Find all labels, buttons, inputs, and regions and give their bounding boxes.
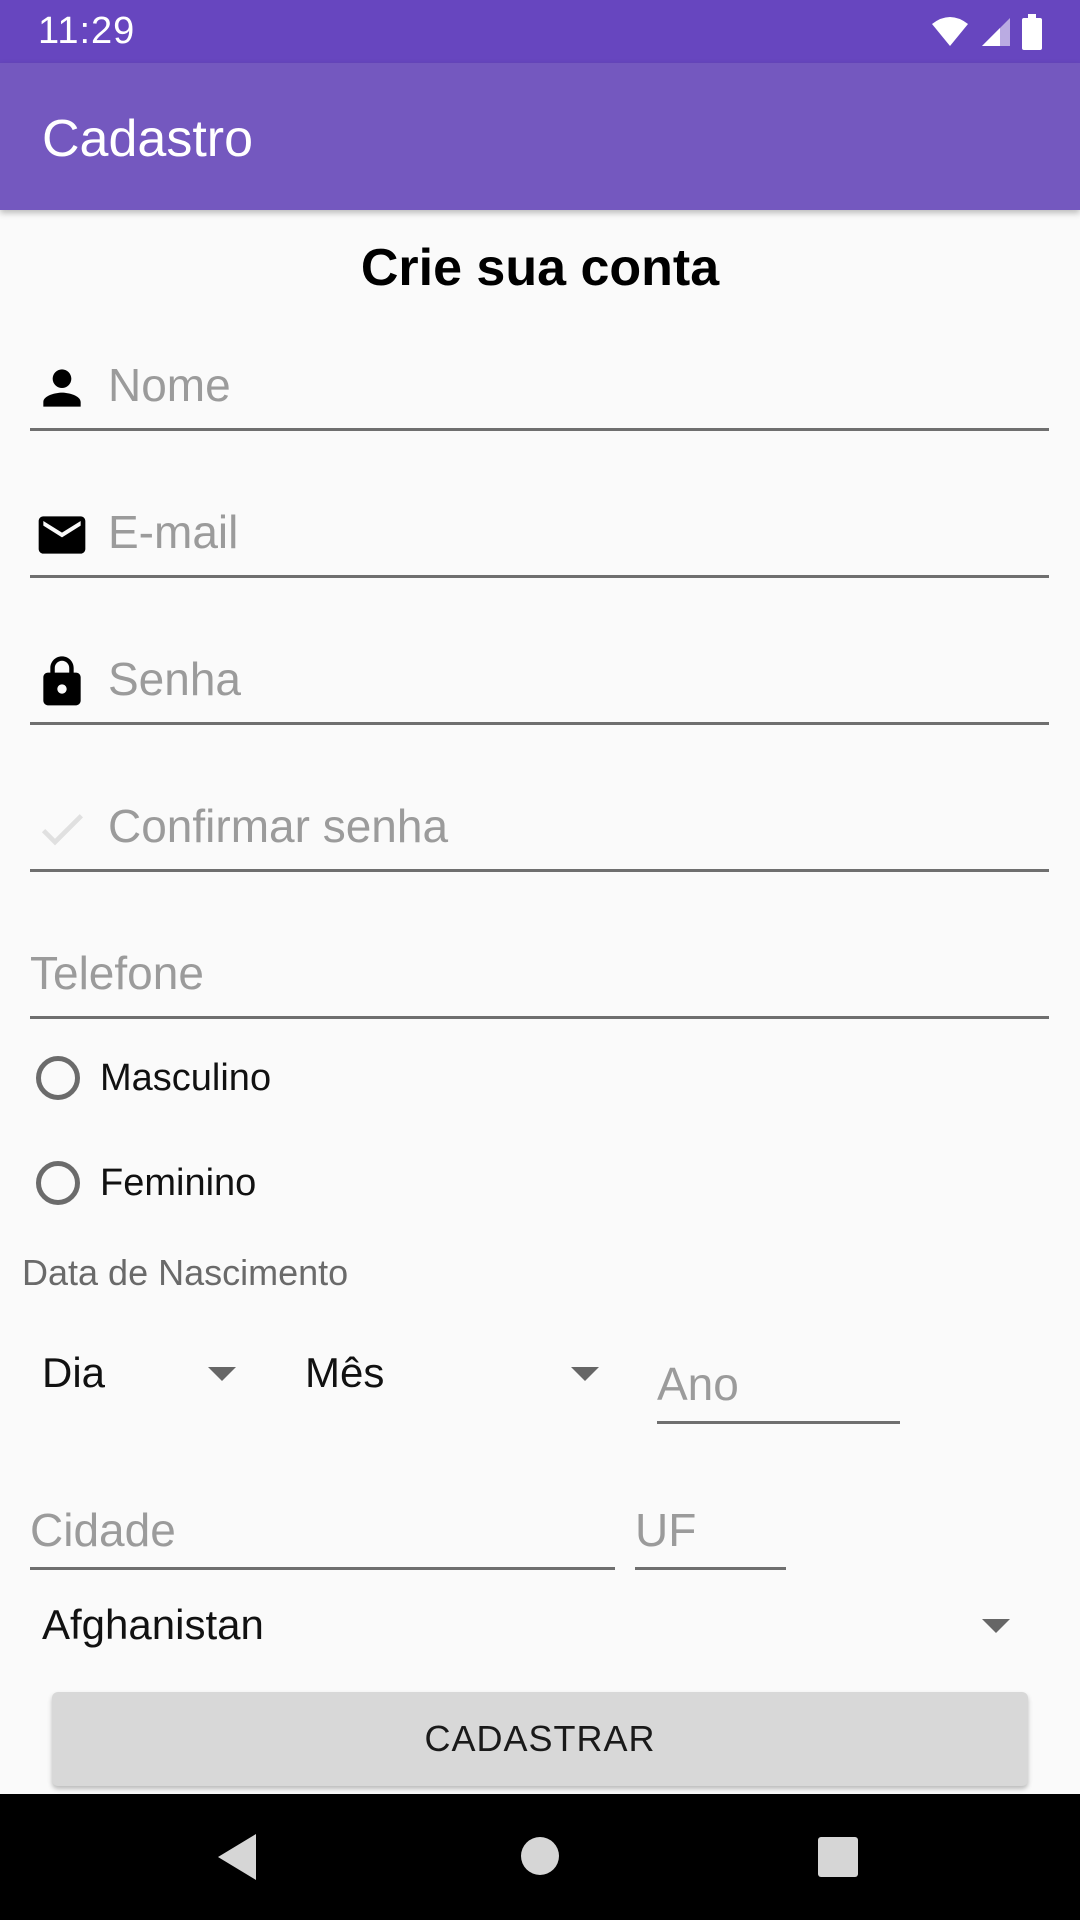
- phone-field[interactable]: [30, 938, 1049, 1019]
- form-heading: Crie sua conta: [360, 239, 720, 297]
- status-time: 11:29: [38, 10, 136, 52]
- password-field[interactable]: [30, 644, 1049, 725]
- day-spinner[interactable]: Dia: [42, 1338, 242, 1408]
- back-icon[interactable]: [218, 1834, 258, 1880]
- status-icons: [930, 14, 1042, 50]
- chevron-down-icon: [982, 1619, 1010, 1633]
- year-field[interactable]: [657, 1349, 900, 1424]
- radio-button[interactable]: [36, 1161, 80, 1205]
- wifi-icon: [932, 17, 968, 46]
- email-input[interactable]: [108, 497, 1049, 567]
- phone-input[interactable]: [30, 938, 1049, 1008]
- chevron-down-icon: [571, 1367, 599, 1381]
- recents-icon[interactable]: [818, 1837, 858, 1877]
- month-value: Mês: [305, 1349, 385, 1396]
- register-button[interactable]: CADASTRAR: [52, 1692, 1028, 1786]
- name-input[interactable]: [108, 350, 1049, 420]
- month-spinner[interactable]: Mês: [305, 1338, 605, 1408]
- radio-label: Feminino: [100, 1161, 257, 1204]
- name-field[interactable]: [30, 350, 1049, 431]
- radio-feminino[interactable]: Feminino: [30, 1153, 256, 1213]
- radio-masculino[interactable]: Masculino: [30, 1048, 271, 1108]
- chevron-down-icon: [208, 1367, 236, 1381]
- home-icon[interactable]: [520, 1836, 560, 1876]
- country-value: Afghanistan: [42, 1601, 264, 1648]
- app-title: Cadastro: [42, 110, 253, 168]
- city-input[interactable]: [30, 1495, 615, 1565]
- radio-label: Masculino: [100, 1056, 272, 1099]
- radio-button[interactable]: [36, 1056, 80, 1100]
- confirm-password-input[interactable]: [108, 791, 1049, 861]
- year-input[interactable]: [657, 1349, 900, 1419]
- navigation-bar: [0, 1794, 1080, 1920]
- password-input[interactable]: [108, 644, 1049, 714]
- person-icon: [43, 369, 81, 407]
- battery-icon: [1022, 14, 1042, 50]
- state-field[interactable]: [635, 1495, 786, 1570]
- city-field[interactable]: [30, 1495, 615, 1570]
- status-bar: 11:29: [0, 0, 1080, 63]
- dob-label: Data de Nascimento: [22, 1252, 349, 1293]
- country-spinner[interactable]: Afghanistan: [42, 1590, 1022, 1660]
- state-input[interactable]: [635, 1495, 786, 1565]
- day-value: Dia: [42, 1349, 106, 1396]
- confirm-password-field[interactable]: [30, 791, 1049, 872]
- check-icon: [41, 814, 83, 846]
- app-bar: Cadastro: [0, 63, 1080, 210]
- email-field[interactable]: [30, 497, 1049, 578]
- mail-icon: [38, 516, 86, 554]
- signal-icon: [982, 18, 1010, 46]
- lock-icon: [43, 656, 81, 706]
